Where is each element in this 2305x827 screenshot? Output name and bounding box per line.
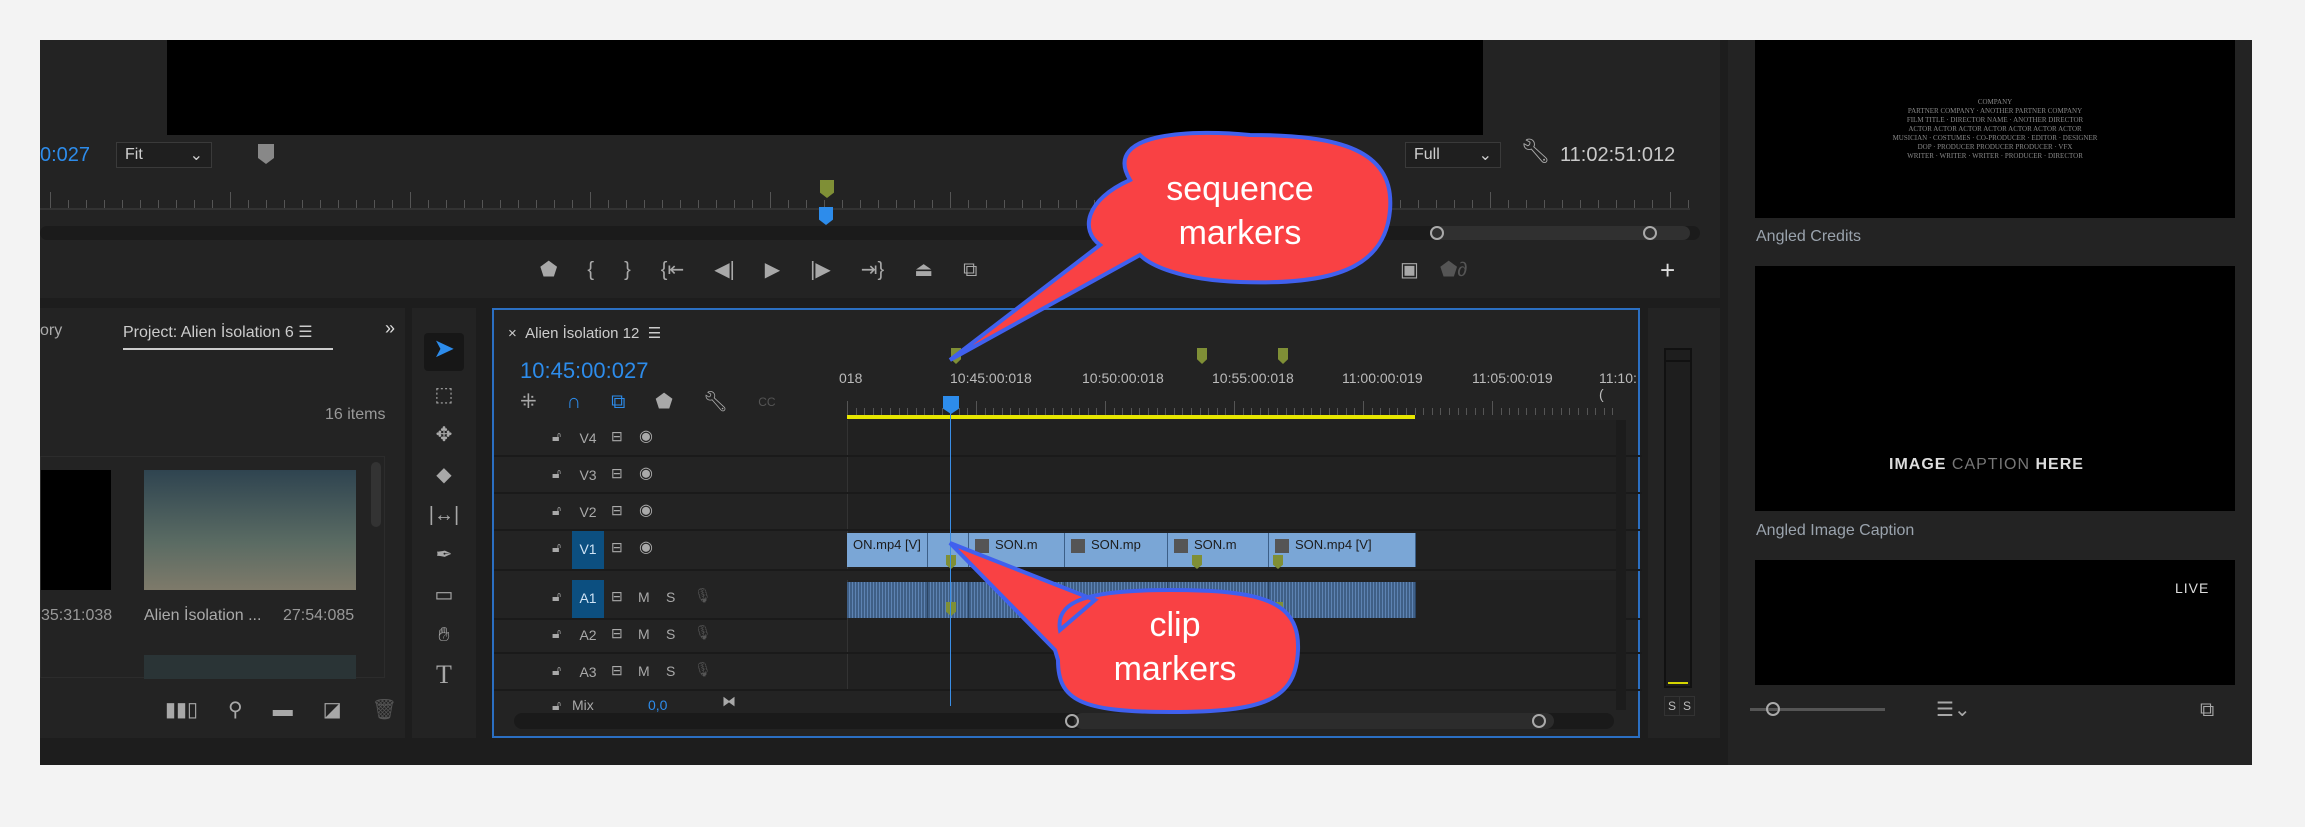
callout-text: markers — [1114, 650, 1237, 688]
callout-text: sequence — [1166, 170, 1313, 208]
annotation-layer: sequence markers clip markers — [948, 130, 1393, 715]
sequence-markers-callout — [948, 130, 1393, 362]
callout-text: markers — [1179, 214, 1302, 252]
callout-text: clip — [1149, 606, 1200, 644]
